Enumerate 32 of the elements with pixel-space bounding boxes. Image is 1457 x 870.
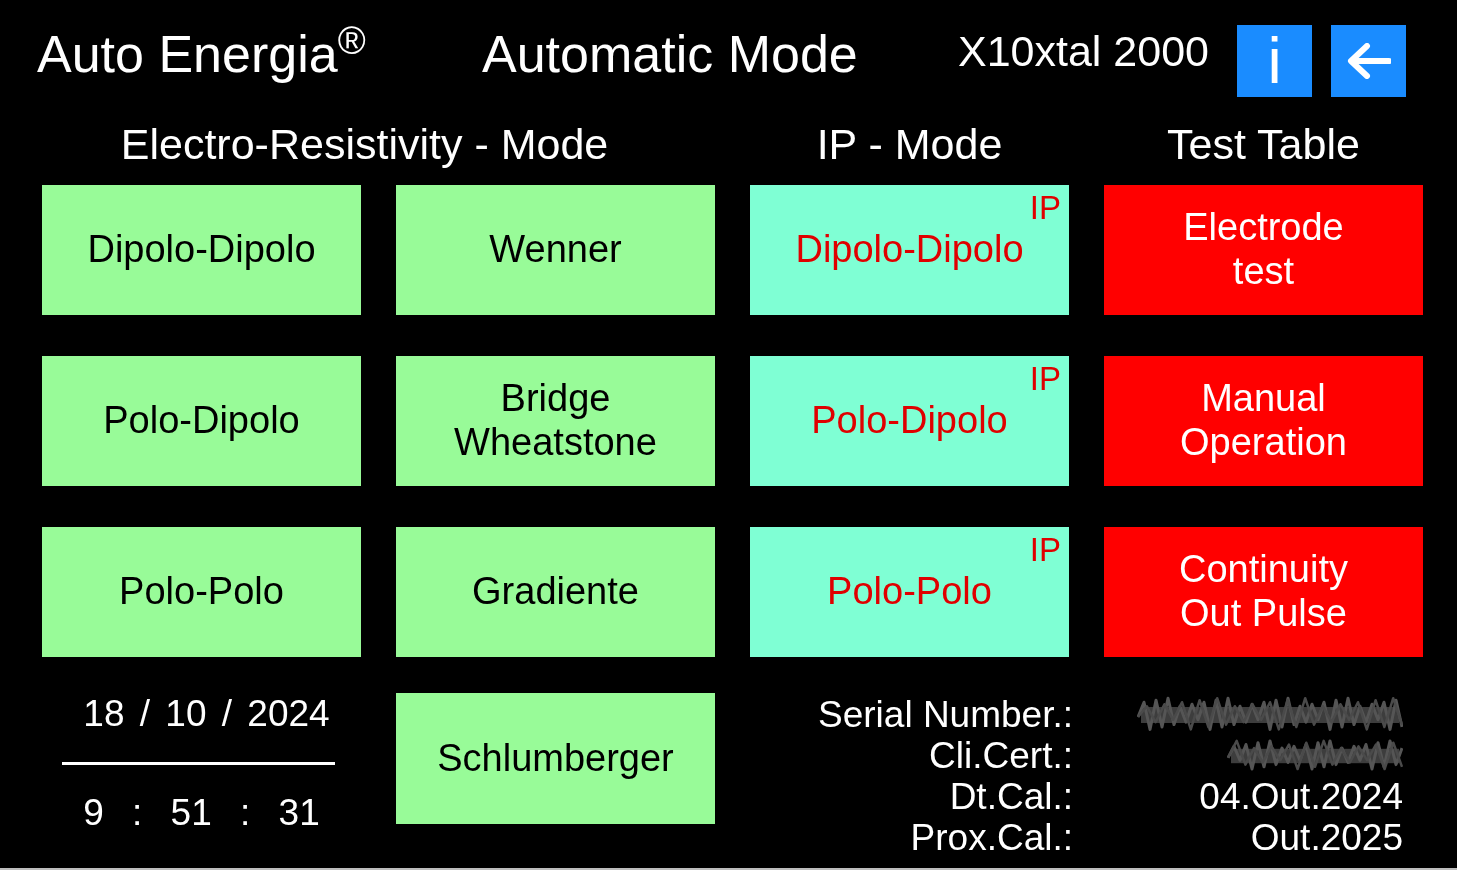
ip-corner-label: IP (1029, 191, 1061, 224)
mode-button[interactable]: Electrode test (1104, 185, 1423, 315)
date-text: 18 / 10 / 2024 (83, 694, 330, 734)
column-heading: Electro-Resistivity - Mode (120, 121, 609, 169)
ip-corner-label: IP (1029, 362, 1061, 395)
mode-button[interactable]: Polo-Polo (42, 527, 361, 657)
mode-button[interactable]: Bridge Wheatstone (396, 356, 715, 486)
mode-button[interactable]: Schlumberger (396, 693, 715, 824)
mode-button[interactable]: Gradiente (396, 527, 715, 657)
calibration-label: Dt.Cal.: (949, 776, 1073, 817)
mode-button[interactable]: Manual Operation (1104, 356, 1423, 486)
calibration-value: Out.2025 (1250, 817, 1403, 858)
column-heading: Test Table (1167, 121, 1360, 169)
mode-button[interactable]: Polo-Dipolo IP (750, 356, 1069, 486)
calibration-label: Cli.Cert.: (929, 735, 1073, 776)
mode-title: Automatic Mode (482, 26, 858, 84)
device-name: X10xtal 2000 (958, 28, 1210, 76)
brand-title: Auto Energia$^{®}$ (37, 26, 366, 84)
mode-button[interactable]: Polo-Dipolo (42, 356, 361, 486)
mode-button[interactable]: Continuity Out Pulse (1104, 527, 1423, 657)
calibration-label: Serial Number.: (818, 694, 1073, 735)
column-heading: IP - Mode (816, 121, 1003, 169)
mode-button[interactable]: Polo-Polo IP (750, 527, 1069, 657)
arrow-left-icon (1346, 43, 1391, 79)
time-text: 9 : 51 : 31 (83, 793, 320, 833)
calibration-value: 04.Out.2024 (1199, 776, 1403, 817)
calibration-label: Prox.Cal.: (910, 817, 1073, 858)
back-button[interactable] (1331, 25, 1406, 97)
mode-button[interactable]: Dipolo-Dipolo IP (750, 185, 1069, 315)
mode-button[interactable]: Wenner (396, 185, 715, 315)
ip-corner-label: IP (1029, 533, 1061, 566)
mode-button[interactable]: Dipolo-Dipolo (42, 185, 361, 315)
